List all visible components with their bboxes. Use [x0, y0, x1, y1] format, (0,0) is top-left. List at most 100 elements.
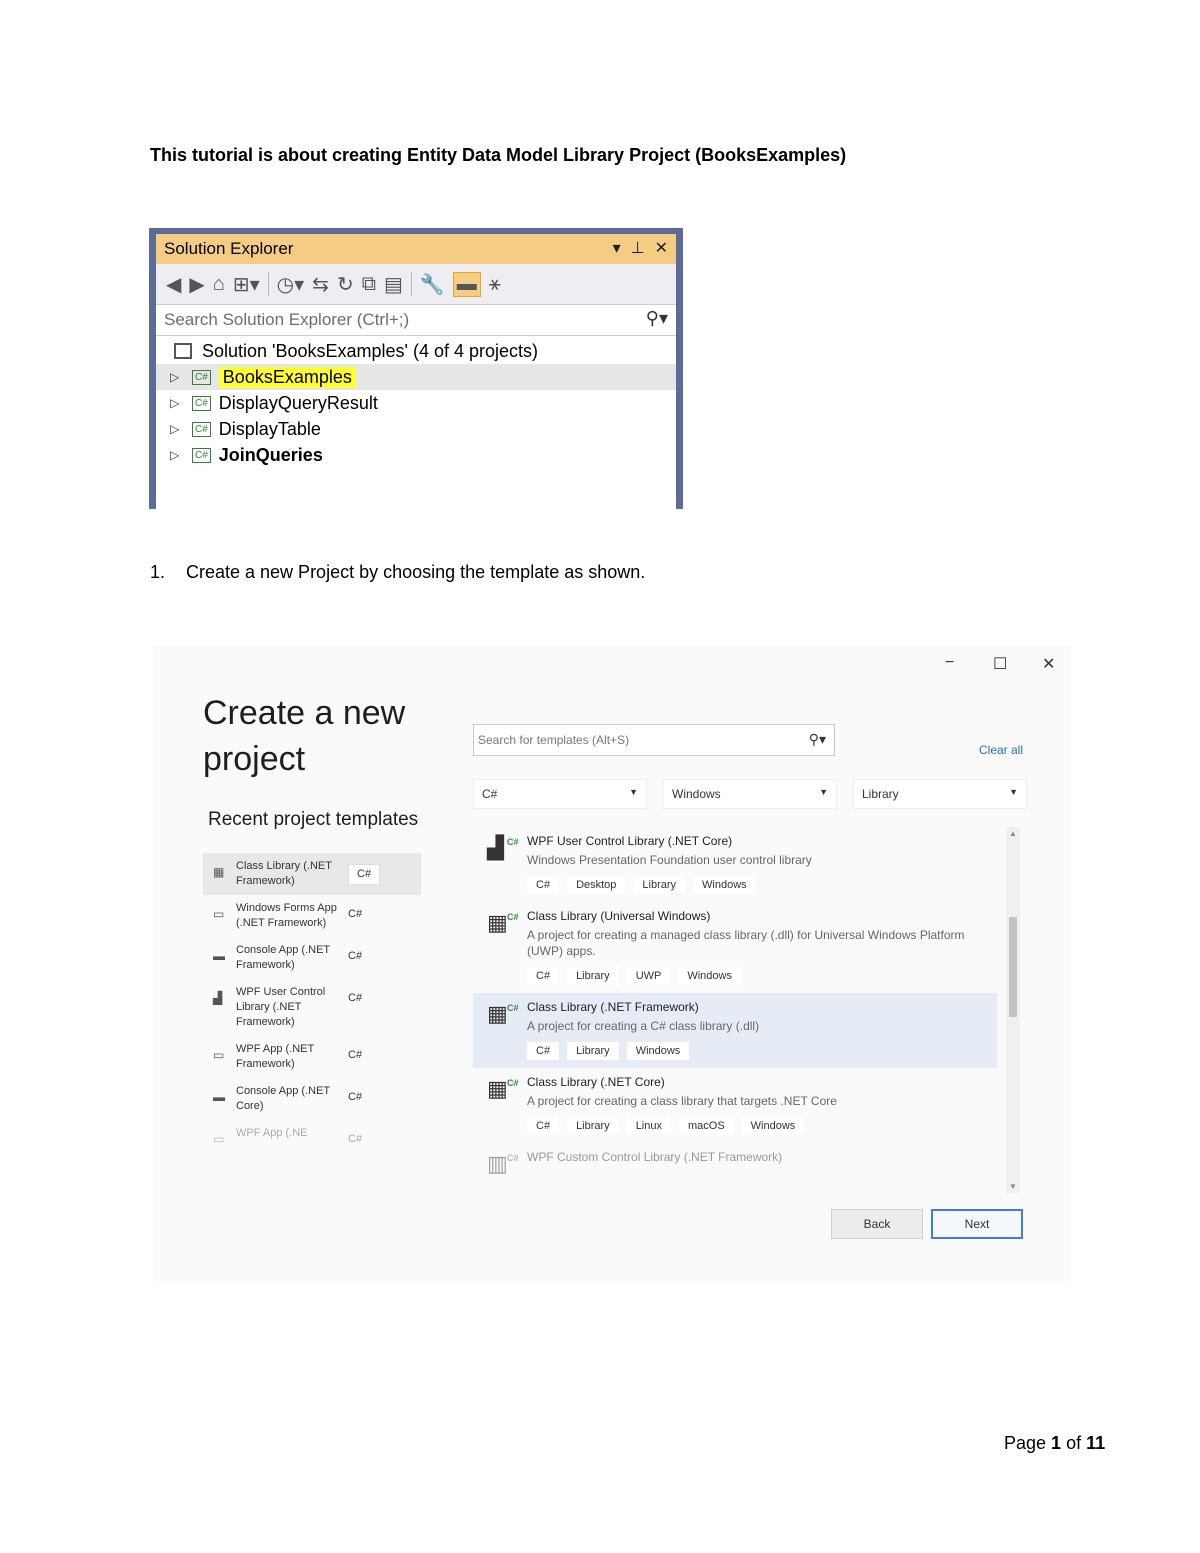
toolbar-separator: [410, 272, 412, 296]
dialog-title: Create a new project: [203, 694, 406, 778]
platform-filter[interactable]: Windows ▼: [663, 779, 837, 809]
search-placeholder: Search Solution Explorer (Ctrl+;): [164, 310, 410, 329]
expand-arrow-icon[interactable]: ▷: [170, 370, 182, 384]
solution-node[interactable]: Solution 'BooksExamples' (4 of 4 project…: [156, 338, 676, 364]
solution-explorer-title: Solution Explorer: [164, 239, 294, 258]
recent-template-item[interactable]: ▬ Console App (.NET Core) C#: [203, 1078, 421, 1120]
template-tag: Library: [567, 967, 619, 985]
properties-wrench-icon[interactable]: 🔧: [420, 272, 445, 297]
recent-templates-list: ▦ Class Library (.NET Framework) C# ▭ Wi…: [203, 853, 421, 1154]
console-app-icon: ▬: [213, 949, 225, 963]
template-tags: C# Library Linux macOS Windows: [527, 1117, 997, 1135]
filter-value: Library: [862, 787, 899, 801]
template-tag: C#: [527, 1042, 560, 1060]
preview-selected-icon[interactable]: ▬: [452, 271, 481, 297]
template-name: Class Library (.NET Core): [527, 1075, 665, 1089]
console-app-icon: ▬: [213, 1090, 225, 1104]
back-icon[interactable]: ◀: [166, 272, 181, 297]
forward-icon[interactable]: ▶: [189, 272, 204, 297]
template-tag: Library: [633, 876, 686, 894]
recent-template-name: Windows Forms App (.NET Framework): [236, 902, 337, 929]
template-tag: C#: [527, 876, 560, 894]
recent-template-item[interactable]: ▭ WPF App (.NET Framework) C#: [203, 1036, 421, 1078]
footer-page-number: 1: [1051, 1433, 1062, 1453]
footer-prefix: Page: [1004, 1433, 1052, 1453]
back-button[interactable]: Back: [831, 1209, 923, 1239]
expand-arrow-icon[interactable]: ▷: [170, 422, 182, 436]
search-icon[interactable]: ⚲▾: [809, 731, 826, 748]
document-heading: This tutorial is about creating Entity D…: [150, 145, 847, 165]
chevron-down-icon: ▼: [1009, 787, 1018, 797]
template-search-input[interactable]: Search for templates (Alt+S) ⚲▾: [473, 724, 835, 756]
recent-template-item[interactable]: ▭ WPF App (.NE C#: [203, 1120, 421, 1154]
template-item[interactable]: ▟ C# WPF User Control Library (.NET Core)…: [473, 827, 997, 902]
recent-template-name: WPF User Control Library (.NET Framework…: [236, 986, 326, 1028]
solution-label: Solution 'BooksExamples' (4 of 4 project…: [202, 340, 539, 361]
sync-icon[interactable]: ⇆: [312, 272, 329, 297]
expand-arrow-icon[interactable]: ▷: [170, 396, 182, 410]
template-tag: Library: [567, 1042, 619, 1060]
project-label: BooksExamples: [218, 366, 356, 388]
scrollbar-thumb[interactable]: [1009, 917, 1017, 1017]
pending-changes-filter-icon[interactable]: ◷▾: [277, 272, 305, 297]
template-name: WPF User Control Library (.NET Core): [527, 834, 733, 848]
close-icon[interactable]: ✕: [1042, 654, 1055, 674]
template-list-scrollbar[interactable]: ▲ ▼: [1006, 827, 1020, 1193]
template-tag: C#: [527, 1117, 560, 1135]
language-badge: C#: [348, 864, 381, 885]
recent-template-name: Class Library (.NET Framework): [236, 860, 332, 887]
next-button[interactable]: Next: [931, 1209, 1023, 1239]
class-view-icon[interactable]: ⚹: [489, 273, 501, 296]
home-icon[interactable]: ⌂: [213, 273, 225, 296]
expand-arrow-icon[interactable]: ▷: [170, 448, 182, 462]
maximize-icon[interactable]: ☐: [993, 654, 1007, 674]
close-icon[interactable]: ✕: [655, 238, 668, 258]
language-badge: C#: [348, 908, 363, 920]
template-description: A project for creating a class library t…: [527, 1094, 837, 1108]
refresh-icon[interactable]: ↻: [337, 272, 354, 297]
show-all-files-icon[interactable]: ▤: [384, 272, 403, 297]
recent-template-item[interactable]: ▬ Console App (.NET Framework) C#: [203, 937, 421, 979]
solution-explorer-panel: Solution Explorer ▾ ⊥ ✕ ◀ ▶ ⌂ ⊞▾ ◷▾ ⇆ ↻ …: [149, 228, 683, 509]
scroll-down-icon[interactable]: ▼: [1009, 1182, 1017, 1191]
template-item-selected[interactable]: ▦ C# Class Library (.NET Framework) A pro…: [473, 993, 997, 1068]
project-node-displaytable[interactable]: ▷ C# DisplayTable: [156, 416, 676, 442]
project-node-displayqueryresult[interactable]: ▷ C# DisplayQueryResult: [156, 390, 676, 416]
template-item[interactable]: ▦ C# Class Library (.NET Core) A project …: [473, 1068, 997, 1143]
template-tag: macOS: [678, 1117, 734, 1135]
step-number: 1.: [150, 562, 166, 582]
recent-template-item[interactable]: ▭ Windows Forms App (.NET Framework) C#: [203, 895, 421, 937]
template-item[interactable]: ▦ C# Class Library (Universal Windows) A …: [473, 902, 997, 993]
switch-views-icon[interactable]: ⊞▾: [233, 272, 260, 297]
language-badge: C#: [348, 1091, 363, 1103]
recent-template-name: WPF App (.NE: [236, 1127, 308, 1139]
template-tag: Windows: [693, 876, 756, 894]
project-type-filter[interactable]: Library ▼: [853, 779, 1027, 809]
wpf-app-icon: ▭: [213, 1048, 225, 1062]
language-filter[interactable]: C# ▼: [473, 779, 647, 809]
recent-templates-heading: Recent project templates: [208, 809, 419, 830]
solution-explorer-search[interactable]: Search Solution Explorer (Ctrl+;) ⚲▾: [156, 305, 676, 336]
project-node-joinqueries[interactable]: ▷ C# JoinQueries: [156, 442, 676, 468]
pin-icon[interactable]: ⊥: [631, 238, 645, 258]
recent-template-item[interactable]: ▟ WPF User Control Library (.NET Framewo…: [203, 979, 421, 1036]
minimize-icon[interactable]: −: [945, 654, 954, 672]
step-text: Create a new Project by choosing the tem…: [186, 562, 646, 582]
template-item[interactable]: ▥ C# WPF Custom Control Library (.NET Fra…: [473, 1143, 997, 1176]
language-badge: C#: [348, 950, 363, 962]
template-list: ▟ C# WPF User Control Library (.NET Core)…: [473, 827, 997, 1193]
project-node-booksexamples[interactable]: ▷ C# BooksExamples: [156, 364, 676, 390]
template-description: Windows Presentation Foundation user con…: [527, 853, 812, 867]
scroll-up-icon[interactable]: ▲: [1009, 829, 1017, 838]
step-1: 1. Create a new Project by choosing the t…: [150, 562, 645, 583]
search-icon[interactable]: ⚲▾: [646, 308, 668, 329]
dropdown-arrow-icon[interactable]: ▾: [613, 238, 621, 258]
project-label: DisplayQueryResult: [218, 392, 378, 413]
template-tags: C# Desktop Library Windows: [527, 876, 997, 894]
collapse-all-icon[interactable]: ⧉: [362, 273, 376, 296]
template-tag: Windows: [626, 1042, 690, 1060]
recent-template-item[interactable]: ▦ Class Library (.NET Framework) C#: [203, 853, 421, 895]
wpf-app-icon: ▭: [213, 1132, 225, 1146]
clear-all-link[interactable]: Clear all: [979, 743, 1023, 757]
project-label: JoinQueries: [218, 444, 323, 465]
